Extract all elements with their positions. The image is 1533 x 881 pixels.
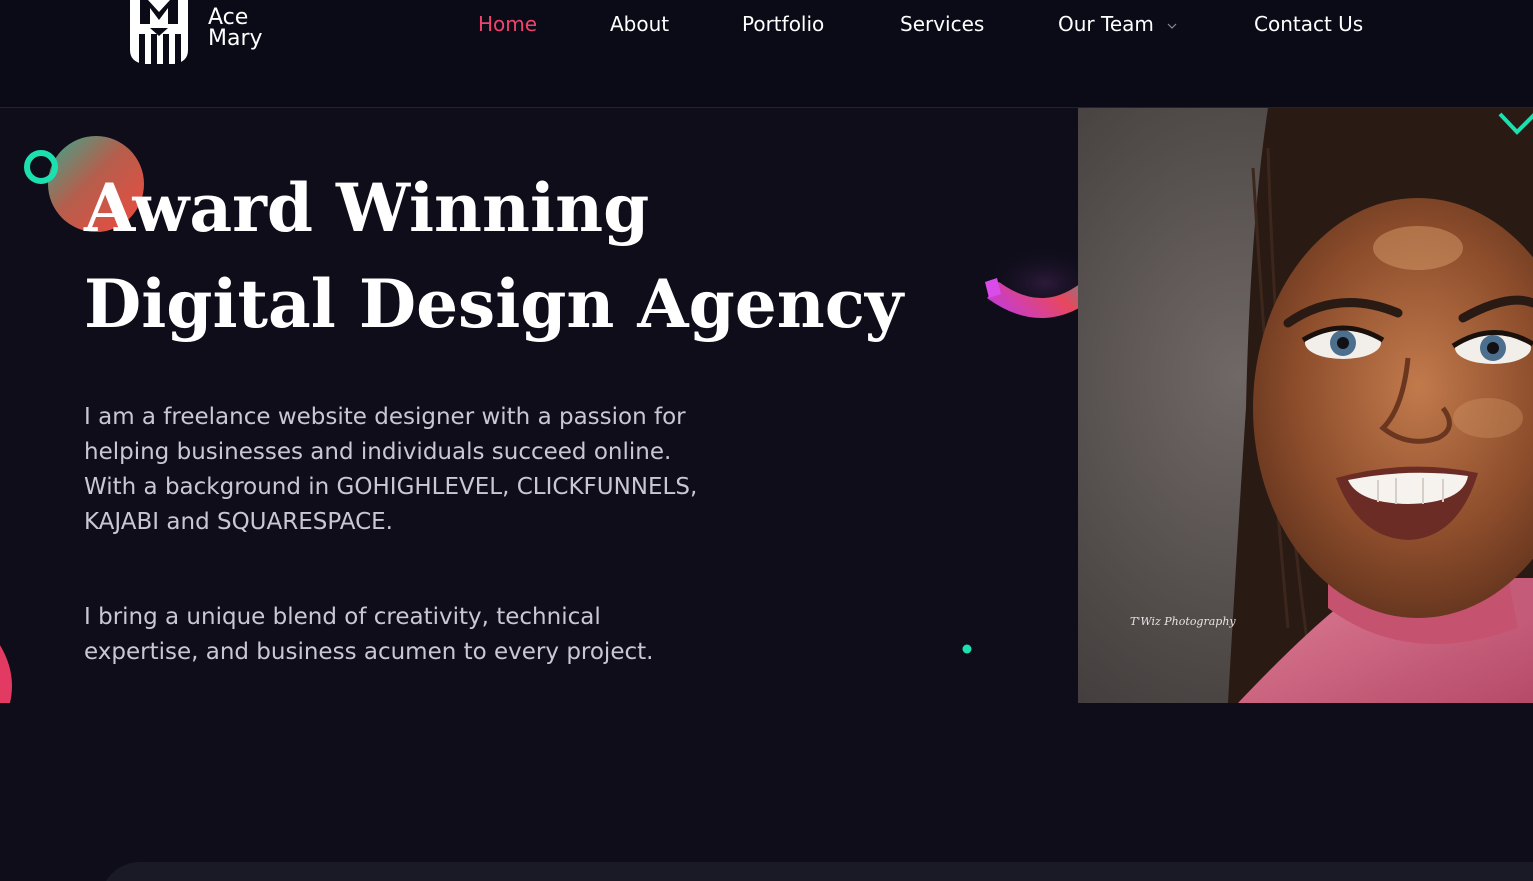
hero-paragraph-intro: I am a freelance website designer with a… <box>84 404 698 535</box>
hero-portrait-image: T'Wiz Photography <box>1078 108 1533 703</box>
site-header: Ace Mary Home About Portfolio Services O… <box>0 0 1533 108</box>
teal-dot-decoration <box>962 644 972 654</box>
portrait-illustration <box>1078 108 1533 703</box>
next-section-panel <box>100 862 1533 881</box>
teal-chevron-decoration <box>1498 112 1533 135</box>
chevron-down-icon[interactable] <box>1166 20 1178 32</box>
nav-item-our-team[interactable]: Our Team <box>1058 10 1178 38</box>
hero-section: Award Winning Digital Design Agency I am… <box>0 108 1533 703</box>
hero-title: Award Winning Digital Design Agency <box>84 160 903 352</box>
nav-item-about[interactable]: About <box>610 10 669 38</box>
hero-title-line1: Award Winning <box>84 169 650 247</box>
nav-item-our-team-label: Our Team <box>1058 12 1154 36</box>
nav-item-portfolio[interactable]: Portfolio <box>742 10 824 38</box>
main-nav: Home About Portfolio Services Our Team C… <box>0 10 1533 40</box>
nav-item-services[interactable]: Services <box>900 10 984 38</box>
hero-title-line2: Digital Design Agency <box>84 265 904 343</box>
photo-credit-watermark: T'Wiz Photography <box>1130 615 1236 628</box>
ring-decoration <box>24 150 58 184</box>
hero-paragraph-blend: I bring a unique blend of creativity, te… <box>84 604 654 665</box>
nav-item-home[interactable]: Home <box>478 10 537 38</box>
nav-item-contact-us[interactable]: Contact Us <box>1254 10 1363 38</box>
page: Ace Mary Home About Portfolio Services O… <box>0 0 1533 881</box>
pink-edge-decoration <box>0 645 12 703</box>
